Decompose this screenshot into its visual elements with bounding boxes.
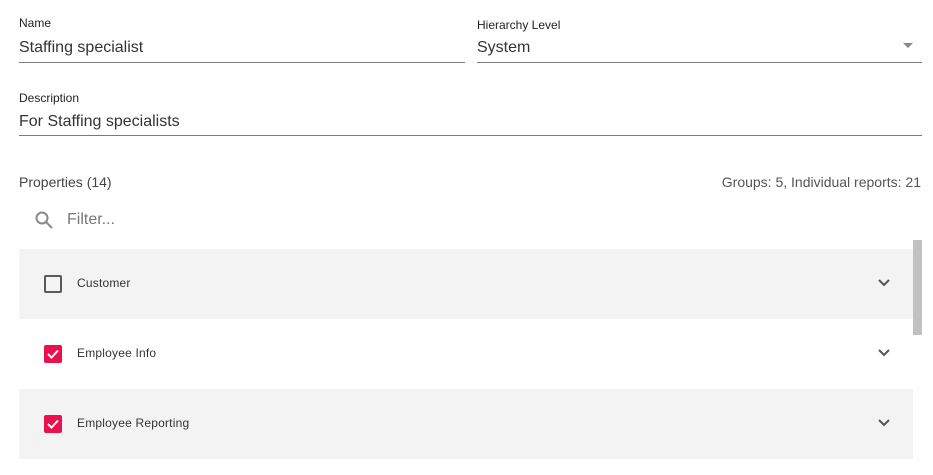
list-item-label: Customer xyxy=(77,276,131,290)
name-input-value[interactable]: Staffing specialist xyxy=(19,39,143,57)
list-scrollbar[interactable] xyxy=(913,240,922,335)
hierarchy-level-value[interactable]: System xyxy=(477,39,530,57)
customer-checkbox[interactable] xyxy=(44,275,62,293)
hierarchy-underline xyxy=(477,62,922,63)
description-label: Description xyxy=(19,91,80,105)
employee-reporting-checkbox[interactable] xyxy=(44,415,62,433)
filter-input[interactable] xyxy=(67,208,567,232)
description-field[interactable]: Description For Staffing specialists xyxy=(19,91,922,137)
list-item-label: Employee Info xyxy=(77,346,157,360)
list-item-label: Employee Reporting xyxy=(77,416,190,430)
properties-list: Customer Employee Info Employee Reportin… xyxy=(19,249,913,459)
checkmark-icon xyxy=(47,419,59,429)
properties-title: Properties (14) xyxy=(19,174,112,190)
hierarchy-level-select[interactable]: Hierarchy Level System xyxy=(477,18,922,64)
hierarchy-level-label: Hierarchy Level xyxy=(477,18,561,32)
chevron-down-icon[interactable] xyxy=(877,348,891,358)
name-field[interactable]: Name Staffing specialist xyxy=(19,16,465,64)
properties-summary: Groups: 5, Individual reports: 21 xyxy=(721,174,921,190)
employee-info-checkbox[interactable] xyxy=(44,345,62,363)
description-input-value[interactable]: For Staffing specialists xyxy=(19,113,180,131)
chevron-down-icon[interactable] xyxy=(877,418,891,428)
list-item-employee-info[interactable]: Employee Info xyxy=(19,319,913,389)
dropdown-arrow-icon[interactable] xyxy=(903,43,913,48)
name-label: Name xyxy=(19,16,52,30)
filter-bar xyxy=(19,200,913,240)
checkmark-icon xyxy=(47,349,59,359)
description-underline xyxy=(19,135,922,136)
search-icon xyxy=(35,211,53,229)
list-item-employee-reporting[interactable]: Employee Reporting xyxy=(19,389,913,459)
list-item-customer[interactable]: Customer xyxy=(19,249,913,319)
name-underline xyxy=(19,62,465,63)
chevron-down-icon[interactable] xyxy=(877,278,891,288)
